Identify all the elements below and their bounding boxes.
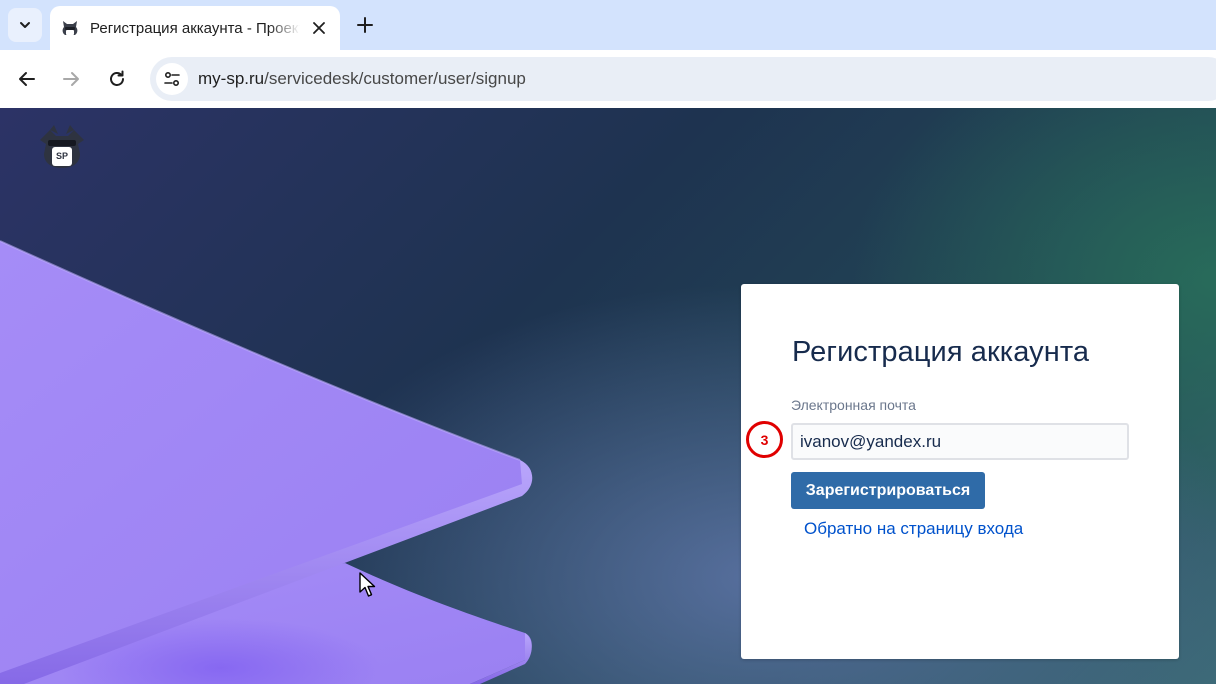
forward-button[interactable]: [54, 62, 88, 96]
decorative-3d-layers: [0, 240, 533, 684]
email-label: Электронная почта: [791, 397, 916, 413]
email-field[interactable]: [791, 423, 1129, 460]
mouse-cursor-icon: [359, 572, 376, 597]
chevron-down-icon: [20, 22, 30, 28]
page-title: Регистрация аккаунта: [792, 336, 1090, 368]
reload-icon: [110, 70, 124, 86]
sp-cat-logo-icon: [60, 18, 80, 38]
browser-toolbar: my-sp.ru/servicedesk/customer/user/signu…: [0, 50, 1216, 108]
close-icon: [313, 22, 325, 34]
sp-logo: SP: [40, 125, 84, 168]
back-to-login-link[interactable]: Обратно на страницу входа: [804, 519, 1023, 539]
active-tab[interactable]: Регистрация аккаунта - Проект: [50, 6, 340, 50]
back-button[interactable]: [10, 62, 44, 96]
plus-icon: [357, 17, 373, 33]
tab-title: Регистрация аккаунта - Проект: [90, 19, 300, 37]
close-tab-button[interactable]: [308, 17, 330, 39]
tune-icon: [164, 71, 180, 87]
signup-card: Регистрация аккаунта Электронная почта 3…: [741, 284, 1179, 659]
arrow-right-icon: [63, 72, 79, 86]
site-info-button[interactable]: [156, 63, 188, 95]
reload-button[interactable]: [100, 62, 134, 96]
url-host: my-sp.ru: [198, 69, 265, 88]
new-tab-button[interactable]: [352, 12, 378, 38]
url-text: my-sp.ru/servicedesk/customer/user/signu…: [198, 69, 526, 89]
arrow-left-icon: [19, 72, 35, 86]
tab-strip: Регистрация аккаунта - Проект: [0, 0, 1216, 50]
logo-text: SP: [56, 151, 68, 161]
signup-button[interactable]: Зарегистрироваться: [791, 472, 985, 509]
tab-search-button[interactable]: [8, 8, 42, 42]
step-number-badge: 3: [746, 421, 783, 458]
address-bar[interactable]: my-sp.ru/servicedesk/customer/user/signu…: [150, 57, 1216, 101]
url-path: /servicedesk/customer/user/signup: [264, 69, 526, 88]
page-background: SP Регистрация аккаунта Электронная почт…: [0, 108, 1216, 684]
